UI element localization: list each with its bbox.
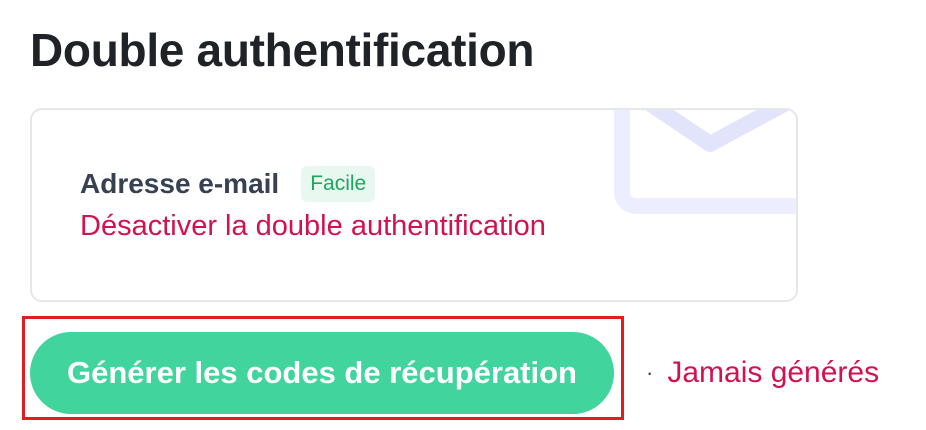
recovery-status: · Jamais générés: [646, 356, 879, 390]
envelope-icon: [614, 110, 796, 214]
method-row: Adresse e-mail Facile: [80, 166, 376, 202]
disable-2fa-link[interactable]: Désactiver la double authentification: [80, 210, 546, 243]
page: Double authentification Adresse e-mail F…: [0, 0, 926, 430]
method-label: Adresse e-mail: [80, 168, 280, 199]
email-method-card: Adresse e-mail Facile Désactiver la doub…: [30, 108, 798, 302]
difficulty-badge: Facile: [301, 166, 376, 202]
status-separator: ·: [646, 360, 654, 385]
generate-recovery-codes-button[interactable]: Générer les codes de récupération: [30, 332, 614, 414]
page-title: Double authentification: [30, 24, 535, 76]
status-text: Jamais générés: [667, 356, 880, 389]
